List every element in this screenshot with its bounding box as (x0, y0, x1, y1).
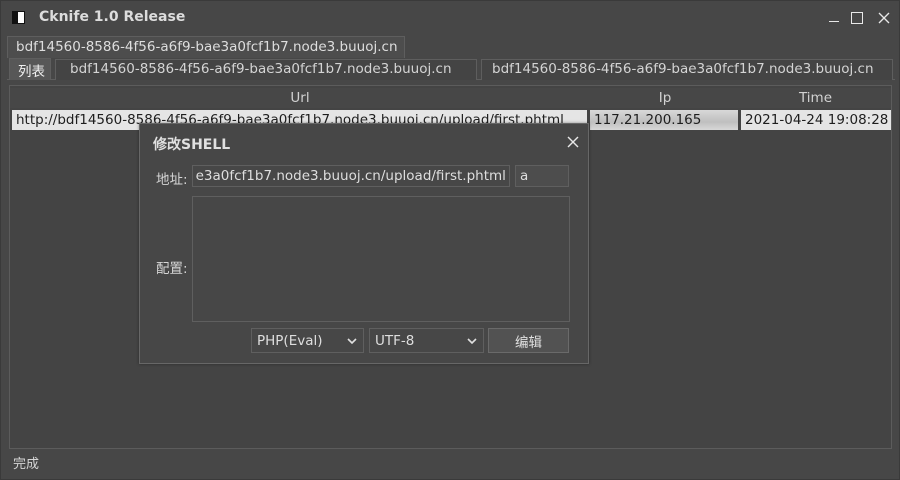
edit-button[interactable]: 编辑 (488, 328, 569, 353)
tab-list[interactable]: 列表 (9, 58, 51, 80)
status-text: 完成 (13, 457, 40, 472)
config-textarea[interactable] (192, 196, 570, 322)
column-header-time[interactable]: Time (740, 90, 891, 106)
column-header-url[interactable]: Url (10, 90, 590, 106)
address-input[interactable] (192, 165, 510, 187)
tab-site[interactable]: bdf14560-8586-4f56-a6f9-bae3a0fcf1b7.nod… (7, 36, 405, 58)
minimize-button[interactable] (823, 7, 845, 29)
minimize-icon (829, 20, 839, 22)
chevron-down-icon (467, 337, 477, 344)
edit-shell-dialog: 修改SHELL 地址: 配置: PHP(Eval) UTF-8 编辑 (139, 123, 589, 364)
tab-site-2[interactable]: bdf14560-8586-4f56-a6f9-bae3a0fcf1b7.nod… (481, 59, 893, 80)
title-bar[interactable]: Cknife 1.0 Release (1, 1, 899, 35)
close-icon (878, 12, 890, 24)
password-input[interactable] (515, 165, 569, 187)
main-window: Cknife 1.0 Release bdf14560-8586-4f56-a6… (0, 0, 900, 480)
app-title: Cknife 1.0 Release (39, 9, 186, 25)
config-label: 配置: (156, 261, 188, 277)
close-icon (567, 136, 579, 148)
maximize-icon (851, 12, 863, 24)
cell-time: 2021-04-24 19:08:28 (741, 110, 891, 130)
encoding-select[interactable]: UTF-8 (369, 328, 484, 353)
close-window-button[interactable] (873, 7, 895, 29)
dialog-close-button[interactable] (564, 133, 582, 151)
script-type-value: PHP(Eval) (257, 332, 323, 349)
tab-site-1[interactable]: bdf14560-8586-4f56-a6f9-bae3a0fcf1b7.nod… (55, 59, 477, 80)
encoding-value: UTF-8 (375, 332, 415, 349)
chevron-down-icon (347, 337, 357, 344)
table-header: Url Ip Time (10, 88, 891, 108)
maximize-button[interactable] (846, 7, 868, 29)
cell-ip: 117.21.200.165 (590, 110, 738, 130)
app-icon (12, 11, 25, 24)
script-type-select[interactable]: PHP(Eval) (251, 328, 364, 353)
column-header-ip[interactable]: Ip (590, 90, 740, 106)
dialog-title: 修改SHELL (153, 137, 231, 153)
address-label: 地址: (156, 172, 188, 188)
inner-tab-bar: 列表 bdf14560-8586-4f56-a6f9-bae3a0fcf1b7.… (7, 58, 895, 80)
